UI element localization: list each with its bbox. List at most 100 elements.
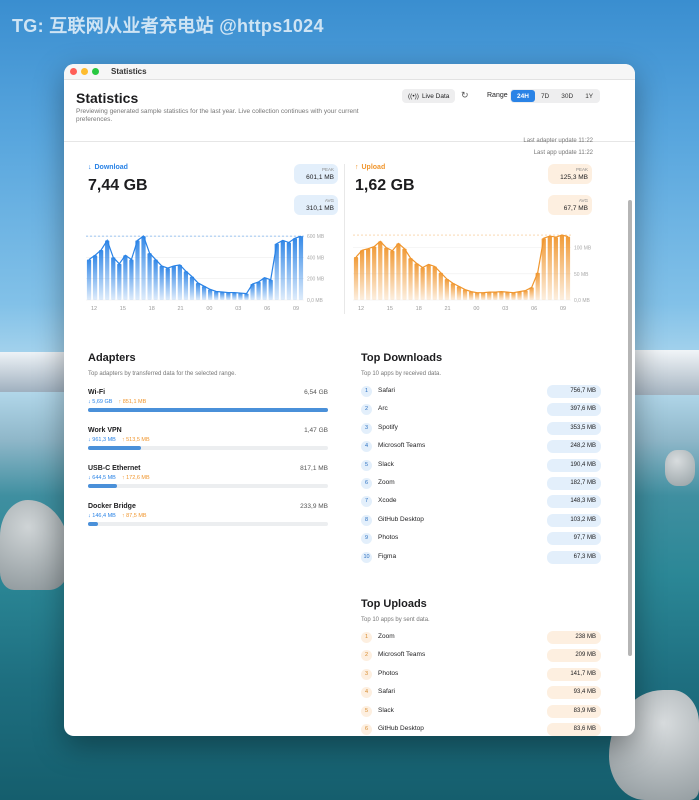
download-total: 7,44 GB (88, 177, 148, 194)
chart-bar (123, 255, 128, 300)
chart-bar (390, 250, 395, 300)
adapter-total: 6,54 GB (304, 389, 328, 396)
list-item[interactable]: 3 Photos 141,7 MB (361, 666, 601, 684)
rank-badge: 3 (361, 422, 372, 434)
list-item[interactable]: 9 Photos 97,7 MB (361, 530, 601, 548)
x-tick-label: 12 (358, 306, 364, 312)
chart-bar (450, 283, 456, 300)
x-tick-label: 03 (502, 306, 508, 312)
list-item[interactable]: 4 Safari 93,4 MB (361, 684, 601, 702)
list-item[interactable]: 1 Zoom 238 MB (361, 629, 601, 647)
range-1y[interactable]: 1Y (579, 90, 599, 102)
watermark-text: TG: 互联网从业者充电站 @https1024 (12, 16, 324, 36)
range-30d[interactable]: 30D (555, 90, 579, 102)
chart-bar (189, 276, 195, 300)
adapters-section: Adapters Top adapters by transferred dat… (88, 352, 236, 377)
panel-divider (344, 164, 345, 314)
list-item[interactable]: 7 Xcode 148,3 MB (361, 493, 601, 511)
list-item[interactable]: 5 Slack 190,4 MB (361, 457, 601, 475)
rank-badge: 6 (361, 723, 372, 735)
minimize-button[interactable] (81, 68, 88, 75)
upload-label: Upload (361, 164, 386, 171)
top-uploads-list: 1 Zoom 238 MB 2 Microsoft Teams 209 MB 3 P… (361, 629, 601, 736)
list-item[interactable]: 2 Arc 397,6 MB (361, 401, 601, 419)
chart-bar (292, 238, 298, 300)
chart-bar (420, 267, 425, 300)
list-item[interactable]: 8 GitHub Desktop 103,2 MB (361, 512, 601, 530)
chart-bar (195, 282, 201, 300)
y-tick-label: 0,0 MB (307, 298, 324, 304)
list-item[interactable]: 10 Figma 67,3 MB (361, 549, 601, 567)
adapter-total: 817,1 MB (300, 465, 328, 472)
live-data-label: Live Data (421, 92, 450, 100)
adapter-name: Wi-Fi (88, 389, 106, 396)
list-item[interactable]: 6 Zoom 182,7 MB (361, 475, 601, 493)
app-value: 97,7 MB (547, 532, 601, 546)
list-item[interactable]: 6 GitHub Desktop 83,6 MB (361, 721, 601, 736)
scrollbar[interactable] (628, 200, 632, 656)
y-tick-label: 100 MB (574, 246, 592, 252)
antenna-icon: ((•)) (408, 92, 419, 100)
chart-bar (92, 255, 98, 300)
chart-bar (462, 289, 468, 300)
chart-bar (153, 259, 158, 300)
adapter-usage-bar (88, 446, 328, 450)
chart-bar (523, 290, 528, 300)
x-tick-label: 18 (149, 306, 155, 312)
zoom-button[interactable] (92, 68, 99, 75)
app-name: GitHub Desktop (378, 724, 424, 732)
top-downloads-list: 1 Safari 756,7 MB 2 Arc 397,6 MB 3 Spotify… (361, 383, 601, 567)
chart-bar (111, 257, 116, 300)
chart-bar (147, 253, 152, 300)
chart-bar (468, 291, 474, 300)
app-name: Spotify (378, 423, 398, 431)
rank-badge: 8 (361, 514, 372, 526)
chart-bar (456, 286, 462, 300)
app-value: 353,5 MB (547, 421, 601, 435)
range-7d[interactable]: 7D (535, 90, 555, 102)
top-uploads-section: Top Uploads Top 10 apps by sent data. (361, 598, 430, 623)
adapter-up-value: 87,5 MB (126, 513, 147, 519)
rank-badge: 9 (361, 533, 372, 545)
close-button[interactable] (70, 68, 77, 75)
list-item[interactable]: 3 Spotify 353,5 MB (361, 420, 601, 438)
list-item[interactable]: 1 Safari 756,7 MB (361, 383, 601, 401)
peak-label: PEAK (321, 167, 334, 172)
peak-label: PEAK (575, 167, 588, 172)
range-24h[interactable]: 24H (511, 90, 535, 102)
adapter-down-value: 644,5 MB (92, 475, 116, 481)
app-name: Microsoft Teams (378, 442, 426, 450)
download-panel: ↓ Download 7,44 GB PEAK 601,1 MB AVG 310… (88, 164, 338, 215)
refresh-icon[interactable]: ↻ (461, 90, 469, 101)
chart-bar (553, 237, 558, 300)
adapter-io: ↓ 644,5 MB ↑ 172,6 MB (88, 475, 328, 481)
chart-bar (402, 248, 407, 300)
x-tick-label: 06 (531, 306, 537, 312)
adapter-down: ↓ 146,4 MB (88, 513, 116, 519)
adapter-up-value: 851,1 MB (122, 399, 147, 405)
chart-bar (220, 292, 225, 300)
app-name: Photos (378, 534, 399, 542)
range-label: Range (487, 92, 508, 99)
list-item[interactable]: 4 Microsoft Teams 248,2 MB (361, 438, 601, 456)
adapter-row: USB-C Ethernet 817,1 MB ↓ 644,5 MB ↑ 172… (88, 465, 328, 488)
rank-badge: 5 (361, 705, 372, 717)
rank-badge: 7 (361, 496, 372, 508)
chart-bar (201, 286, 207, 300)
list-item[interactable]: 5 Slack 83,9 MB (361, 703, 601, 721)
x-tick-label: 00 (206, 306, 212, 312)
adapter-up-value: 172,6 MB (126, 475, 150, 481)
upload-avg: AVG 67,7 MB (548, 195, 592, 215)
avg-label: AVG (578, 198, 588, 203)
live-data-button[interactable]: ((•)) Live Data (402, 89, 456, 103)
list-item[interactable]: 2 Microsoft Teams 209 MB (361, 647, 601, 665)
chart-bar (238, 293, 243, 300)
header: Statistics Previewing generated sample s… (64, 80, 635, 142)
download-heading: ↓ Download (88, 164, 328, 171)
chart-bar (529, 287, 534, 300)
y-tick-label: 600 MB (307, 234, 325, 240)
chart-bar (481, 292, 486, 300)
window-title: Statistics (111, 67, 147, 76)
adapter-usage-bar (88, 522, 328, 526)
app-value: 148,3 MB (547, 495, 601, 509)
